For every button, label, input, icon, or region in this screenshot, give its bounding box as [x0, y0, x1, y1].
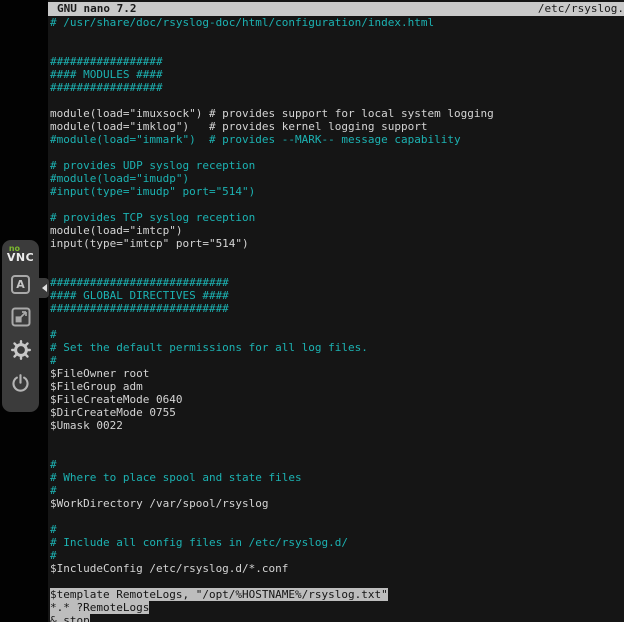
config-line: *.* ?RemoteLogs [50, 601, 624, 614]
config-line: # [50, 458, 624, 471]
config-line: $template RemoteLogs, "/opt/%HOSTNAME%/r… [50, 588, 624, 601]
config-line: #module(load="immark") # provides --MARK… [50, 133, 624, 146]
config-line [50, 29, 624, 42]
config-line: $FileGroup adm [50, 380, 624, 393]
config-line: ################# [50, 55, 624, 68]
config-line: # [50, 328, 624, 341]
config-line [50, 432, 624, 445]
config-line: module(load="imuxsock") # provides suppo… [50, 107, 624, 120]
config-line [50, 146, 624, 159]
nano-version: GNU nano 7.2 [57, 2, 136, 16]
config-line: module(load="imtcp") [50, 224, 624, 237]
extra-keys-button[interactable]: A [9, 272, 33, 296]
terminal-window[interactable]: GNU nano 7.2 /etc/rsyslog. # /usr/share/… [48, 0, 624, 622]
config-line [50, 315, 624, 328]
config-line: # [50, 523, 624, 536]
config-line: ########################### [50, 276, 624, 289]
config-line: $FileOwner root [50, 367, 624, 380]
collapse-arrow-icon [42, 284, 47, 292]
config-line: #input(type="imudp" port="514") [50, 185, 624, 198]
power-button[interactable] [9, 371, 33, 395]
fullscreen-button[interactable] [9, 305, 33, 329]
config-line: #### GLOBAL DIRECTIVES #### [50, 289, 624, 302]
config-line [50, 94, 624, 107]
config-line: # [50, 549, 624, 562]
config-line: ################# [50, 81, 624, 94]
letter-a-icon: A [11, 275, 30, 294]
control-bar-handle[interactable] [39, 278, 49, 298]
config-line: # provides UDP syslog reception [50, 159, 624, 172]
nano-filename: /etc/rsyslog. [538, 2, 624, 16]
config-line: # [50, 484, 624, 497]
config-line [50, 445, 624, 458]
config-line [50, 575, 624, 588]
config-line [50, 250, 624, 263]
config-line: input(type="imtcp" port="514") [50, 237, 624, 250]
novnc-control-bar: no VNC A [2, 240, 39, 412]
fullscreen-icon [11, 307, 31, 327]
novnc-logo: no VNC [7, 245, 34, 263]
config-line: $Umask 0022 [50, 419, 624, 432]
config-line: #module(load="imudp") [50, 172, 624, 185]
config-line: $DirCreateMode 0755 [50, 406, 624, 419]
nano-titlebar: GNU nano 7.2 /etc/rsyslog. [48, 2, 624, 16]
config-line [50, 42, 624, 55]
power-icon [11, 374, 30, 393]
settings-button[interactable] [9, 338, 33, 362]
config-line: & stop [50, 614, 624, 622]
config-line: # Set the default permissions for all lo… [50, 341, 624, 354]
config-line [50, 510, 624, 523]
config-line: # provides TCP syslog reception [50, 211, 624, 224]
config-line: #### MODULES #### [50, 68, 624, 81]
nano-editor-content[interactable]: # /usr/share/doc/rsyslog-doc/html/config… [48, 16, 624, 622]
config-line [50, 198, 624, 211]
config-line: ########################### [50, 302, 624, 315]
config-line [50, 263, 624, 276]
config-line: # Where to place spool and state files [50, 471, 624, 484]
config-line: $IncludeConfig /etc/rsyslog.d/*.conf [50, 562, 624, 575]
config-line: module(load="imklog") # provides kernel … [50, 120, 624, 133]
novnc-logo-vnc: VNC [7, 252, 34, 263]
config-line: $FileCreateMode 0640 [50, 393, 624, 406]
gear-icon [11, 340, 31, 360]
config-line: # Include all config files in /etc/rsysl… [50, 536, 624, 549]
config-line: $WorkDirectory /var/spool/rsyslog [50, 497, 624, 510]
config-line: # [50, 354, 624, 367]
config-line: # /usr/share/doc/rsyslog-doc/html/config… [50, 16, 624, 29]
